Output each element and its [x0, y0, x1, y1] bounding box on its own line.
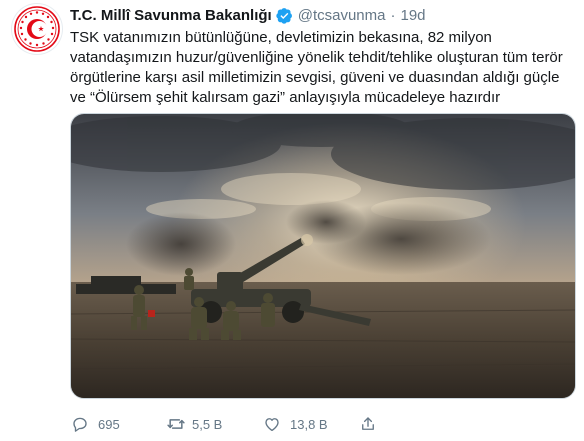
retweet-icon	[166, 414, 186, 434]
author-handle[interactable]: @tcsavunma	[298, 7, 386, 24]
like-button[interactable]: 13,8 B	[262, 414, 358, 434]
reply-count: 695	[98, 416, 120, 432]
tweet-photo[interactable]	[70, 113, 576, 399]
like-count: 13,8 B	[290, 416, 328, 432]
tweet-actions: 695 5,5 B 13,8 B	[70, 412, 386, 436]
tweet-text: TSK vatanımızın bütünlüğüne, devletimizi…	[70, 29, 563, 106]
retweet-count: 5,5 B	[192, 416, 223, 432]
avatar[interactable]	[12, 4, 62, 54]
tweet-timestamp[interactable]: 19d	[400, 7, 425, 24]
tweet[interactable]: T.C. Millî Savunma Bakanlığı @tcsavunma …	[0, 0, 584, 441]
author-name[interactable]: T.C. Millî Savunma Bakanlığı	[70, 7, 272, 24]
separator-dot: ·	[390, 6, 396, 24]
reply-button[interactable]: 695	[70, 414, 166, 434]
heart-icon	[262, 414, 282, 434]
share-button[interactable]	[358, 414, 386, 434]
retweet-button[interactable]: 5,5 B	[166, 414, 262, 434]
msb-emblem-icon	[14, 6, 60, 52]
share-icon	[358, 414, 378, 434]
verified-badge-icon	[276, 7, 293, 24]
photo-howitzer-soldiers-icon	[71, 114, 575, 398]
tweet-header: T.C. Millî Savunma Bakanlığı @tcsavunma …	[70, 4, 426, 26]
reply-icon	[70, 414, 90, 434]
